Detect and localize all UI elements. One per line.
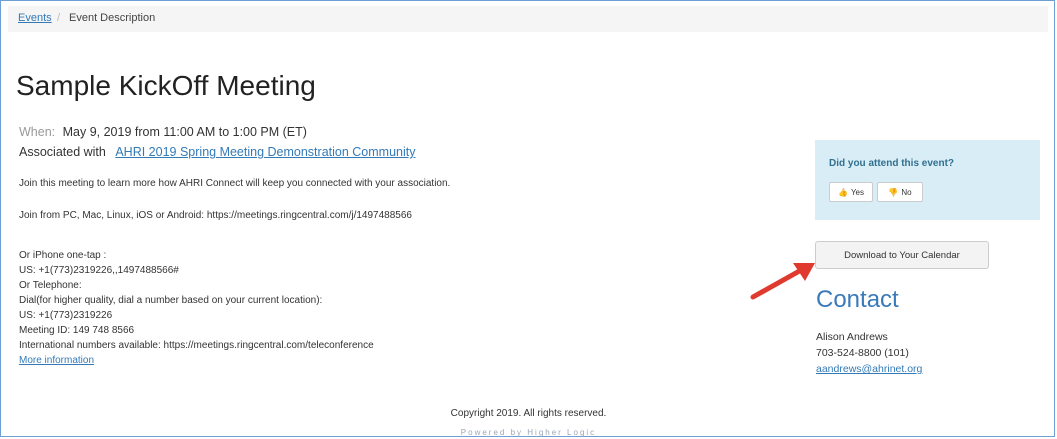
description-line: International numbers available: https:/… [19, 340, 374, 351]
thumbs-down-icon: 👎 [888, 187, 899, 197]
annotation-arrow-icon [750, 263, 815, 300]
thumbs-up-icon: 👍 [837, 187, 848, 197]
when-value: May 9, 2019 from 11:00 AM to 1:00 PM (ET… [62, 125, 307, 139]
yes-button[interactable]: 👍 Yes [829, 182, 873, 202]
no-label: No [901, 187, 912, 197]
breadcrumb-separator: / [57, 12, 61, 24]
yes-label: Yes [850, 187, 865, 197]
contact-email-link[interactable]: aandrews@ahrinet.org [816, 363, 922, 375]
breadcrumb-events-link[interactable]: Events [18, 12, 52, 24]
contact-heading: Contact [816, 286, 899, 313]
description-line: Join from PC, Mac, Linux, iOS or Android… [19, 210, 412, 221]
more-information-row: More information [19, 355, 94, 366]
no-button[interactable]: 👎 No [877, 182, 923, 202]
association-label: Associated with [19, 145, 106, 159]
attendance-panel: Did you attend this event? 👍 Yes 👎 No [815, 140, 1040, 220]
description-line: US: +1(773)2319226,,1497488566# [19, 265, 179, 276]
footer-copyright: Copyright 2019. All rights reserved. [450, 408, 607, 419]
description-line: Join this meeting to learn more how AHRI… [19, 178, 451, 189]
description-line: Dial(for higher quality, dial a number b… [19, 295, 323, 306]
more-information-link[interactable]: More information [19, 355, 94, 366]
description-line: Meeting ID: 149 748 8566 [19, 325, 135, 336]
description-line: US: +1(773)2319226 [19, 310, 113, 321]
event-when: When: May 9, 2019 from 11:00 AM to 1:00 … [19, 125, 307, 139]
download-calendar-button[interactable]: Download to Your Calendar [815, 241, 989, 269]
breadcrumb-current: Event Description [69, 12, 156, 24]
contact-phone: 703-524-8800 (101) [816, 347, 909, 359]
event-association: Associated with AHRI 2019 Spring Meeting… [19, 145, 415, 159]
association-link[interactable]: AHRI 2019 Spring Meeting Demonstration C… [115, 145, 415, 159]
contact-email-row: aandrews@ahrinet.org [816, 363, 922, 375]
description-line: Or Telephone: [19, 280, 82, 291]
description-line: Or iPhone one-tap : [19, 250, 107, 261]
page-title: Sample KickOff Meeting [16, 70, 316, 101]
footer-powered-by[interactable]: Powered by Higher Logic [0, 428, 1057, 437]
when-label: When: [19, 125, 56, 139]
attendance-question: Did you attend this event? [829, 158, 955, 169]
contact-name: Alison Andrews [816, 331, 888, 343]
breadcrumb: Events / Event Description [8, 6, 1048, 32]
